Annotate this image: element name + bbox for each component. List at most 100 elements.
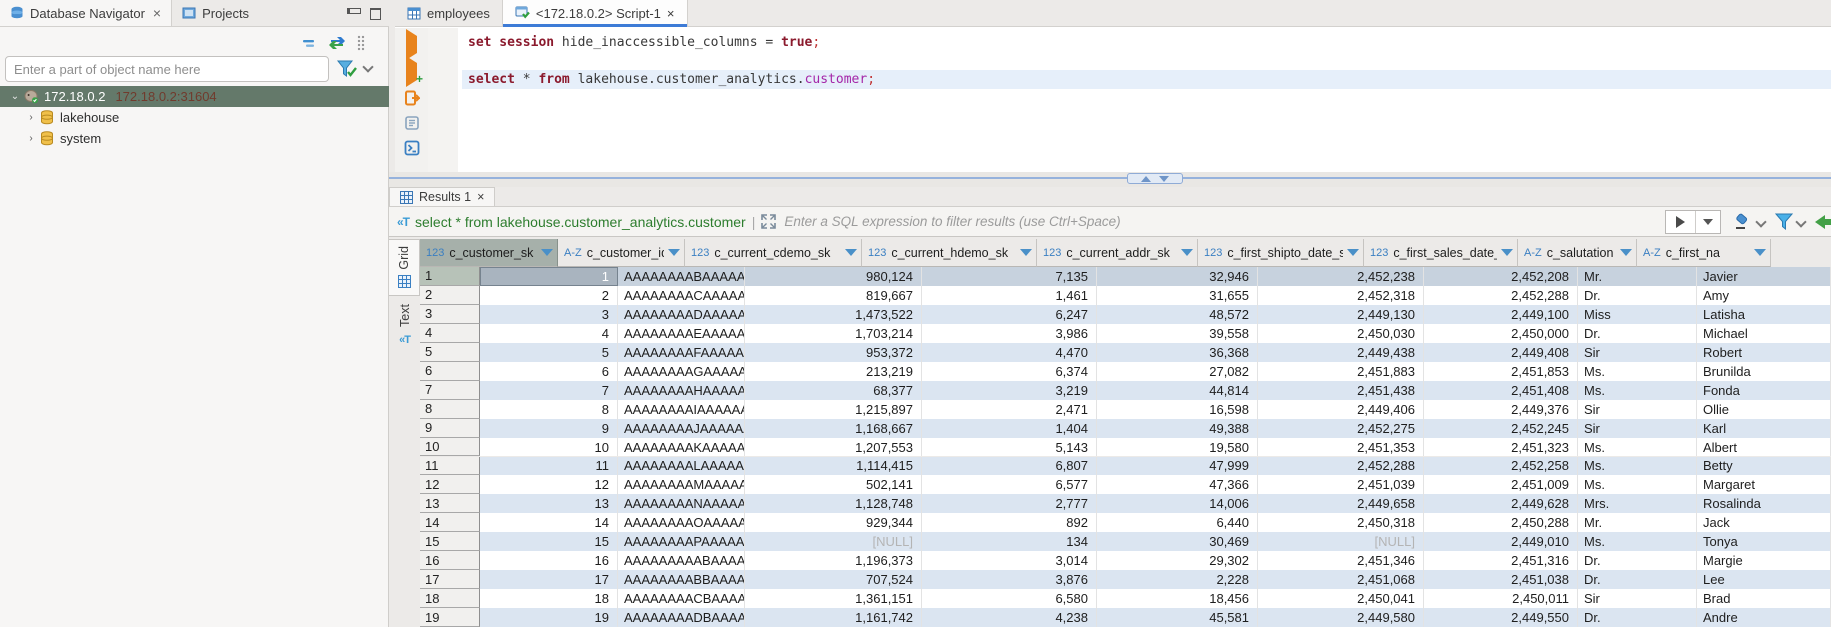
cell-c_current_cdemo_sk-row3[interactable]: 1,473,522 [745, 305, 922, 324]
cell-c_first_na-row8[interactable]: Ollie [1697, 400, 1831, 419]
cell-c_customer_id-row11[interactable]: AAAAAAAALAAAAAAA [618, 457, 745, 476]
cell-c_first_sales_date_sk-row13[interactable]: 2,449,628 [1424, 494, 1578, 513]
result-filter-placeholder[interactable]: Enter a SQL expression to filter results… [784, 214, 1665, 229]
cell-c_first_shipto_date_sk-row5[interactable]: 2,449,438 [1258, 343, 1424, 362]
row-number-14[interactable]: 14 [420, 513, 480, 532]
cell-c_customer_sk-row2[interactable]: 2 [480, 286, 618, 305]
cell-c_current_cdemo_sk-row11[interactable]: 1,114,415 [745, 457, 922, 476]
cell-c_customer_sk-row14[interactable]: 14 [480, 513, 618, 532]
cell-c_current_hdemo_sk-row6[interactable]: 6,374 [922, 362, 1097, 381]
cell-c_first_shipto_date_sk-row3[interactable]: 2,449,130 [1258, 305, 1424, 324]
cell-c_first_shipto_date_sk-row9[interactable]: 2,452,275 [1258, 419, 1424, 438]
cell-c_salutation-row14[interactable]: Mr. [1578, 513, 1697, 532]
cell-c_current_addr_sk-row6[interactable]: 27,082 [1097, 362, 1258, 381]
row-number-7[interactable]: 7 [420, 381, 480, 400]
cell-c_first_sales_date_sk-row9[interactable]: 2,452,245 [1424, 419, 1578, 438]
editor-results-sash[interactable] [389, 172, 1831, 187]
object-filter-input[interactable] [5, 56, 329, 82]
expand-arrow-icon[interactable]: › [24, 133, 38, 144]
cell-c_customer_sk-row6[interactable]: 6 [480, 362, 618, 381]
cell-c_current_cdemo_sk-row18[interactable]: 1,361,151 [745, 589, 922, 608]
cell-c_first_sales_date_sk-row16[interactable]: 2,451,316 [1424, 551, 1578, 570]
cell-c_customer_id-row16[interactable]: AAAAAAAAABAAAAAA [618, 551, 745, 570]
cell-c_customer_id-row13[interactable]: AAAAAAAANAAAAAAA [618, 494, 745, 513]
cell-c_customer_sk-row11[interactable]: 11 [480, 457, 618, 476]
cell-c_first_na-row3[interactable]: Latisha [1697, 305, 1831, 324]
cell-c_current_addr_sk-row2[interactable]: 31,655 [1097, 286, 1258, 305]
row-number-12[interactable]: 12 [420, 475, 480, 494]
collapse-arrow-icon[interactable]: ⌄ [8, 91, 22, 102]
cell-c_first_shipto_date_sk-row2[interactable]: 2,452,318 [1258, 286, 1424, 305]
column-sort-dropdown-icon[interactable] [1620, 249, 1632, 256]
cell-c_current_hdemo_sk-row1[interactable]: 7,135 [922, 267, 1097, 286]
row-number-3[interactable]: 3 [420, 305, 480, 324]
cell-c_first_shipto_date_sk-row19[interactable]: 2,449,580 [1258, 608, 1424, 627]
column-header-c_current_addr_sk[interactable]: 123c_current_addr_sk [1037, 239, 1198, 267]
row-number-18[interactable]: 18 [420, 589, 480, 608]
cell-c_first_shipto_date_sk-row14[interactable]: 2,450,318 [1258, 513, 1424, 532]
cell-c_first_sales_date_sk-row6[interactable]: 2,451,853 [1424, 362, 1578, 381]
cell-c_salutation-row19[interactable]: Dr. [1578, 608, 1697, 627]
column-sort-dropdown-icon[interactable] [1754, 249, 1766, 256]
cell-c_first_na-row16[interactable]: Margie [1697, 551, 1831, 570]
cell-c_first_shipto_date_sk-row17[interactable]: 2,451,068 [1258, 570, 1424, 589]
cell-c_first_na-row18[interactable]: Brad [1697, 589, 1831, 608]
explain-plan-icon[interactable] [404, 115, 420, 131]
column-header-c_customer_sk[interactable]: 123c_customer_sk [420, 239, 558, 267]
column-header-c_salutation[interactable]: A-Zc_salutation [1518, 239, 1637, 267]
cell-c_customer_sk-row15[interactable]: 15 [480, 532, 618, 551]
cell-c_first_sales_date_sk-row18[interactable]: 2,450,011 [1424, 589, 1578, 608]
cell-c_salutation-row13[interactable]: Mrs. [1578, 494, 1697, 513]
cell-c_customer_id-row12[interactable]: AAAAAAAAMAAAAAAA [618, 475, 745, 494]
cell-c_current_addr_sk-row19[interactable]: 45,581 [1097, 608, 1258, 627]
column-header-c_first_shipto_date_sk[interactable]: 123c_first_shipto_date_sk [1198, 239, 1364, 267]
cell-c_current_cdemo_sk-row14[interactable]: 929,344 [745, 513, 922, 532]
cell-c_first_sales_date_sk-row14[interactable]: 2,450,288 [1424, 513, 1578, 532]
column-sort-dropdown-icon[interactable] [541, 249, 553, 256]
cell-c_current_hdemo_sk-row7[interactable]: 3,219 [922, 381, 1097, 400]
execute-statement-icon[interactable] [406, 36, 417, 54]
cell-c_first_sales_date_sk-row4[interactable]: 2,450,000 [1424, 324, 1578, 343]
column-header-c_current_hdemo_sk[interactable]: 123c_current_hdemo_sk [862, 239, 1037, 267]
column-sort-dropdown-icon[interactable] [1501, 249, 1513, 256]
cell-c_customer_id-row5[interactable]: AAAAAAAAFAAAAAAA [618, 343, 745, 362]
cell-c_current_cdemo_sk-row4[interactable]: 1,703,214 [745, 324, 922, 343]
chevron-down-icon[interactable] [1755, 216, 1766, 227]
cell-c_first_sales_date_sk-row17[interactable]: 2,451,038 [1424, 570, 1578, 589]
cell-c_first_na-row9[interactable]: Karl [1697, 419, 1831, 438]
collapse-all-icon[interactable] [301, 37, 317, 49]
column-header-c_first_na[interactable]: A-Zc_first_na [1637, 239, 1771, 267]
maximize-icon[interactable] [369, 8, 381, 18]
chevron-down-icon[interactable] [362, 61, 373, 72]
cell-c_current_hdemo_sk-row18[interactable]: 6,580 [922, 589, 1097, 608]
cell-c_current_cdemo_sk-row5[interactable]: 953,372 [745, 343, 922, 362]
cell-c_first_na-row19[interactable]: Andre [1697, 608, 1831, 627]
cell-c_current_addr_sk-row4[interactable]: 39,558 [1097, 324, 1258, 343]
tab-employees[interactable]: employees [395, 0, 502, 26]
cell-c_customer_id-row6[interactable]: AAAAAAAAGAAAAAAA [618, 362, 745, 381]
cell-c_salutation-row2[interactable]: Dr. [1578, 286, 1697, 305]
cell-c_current_addr_sk-row18[interactable]: 18,456 [1097, 589, 1258, 608]
expand-panel-icon[interactable] [761, 214, 776, 229]
cell-c_customer_sk-row19[interactable]: 19 [480, 608, 618, 627]
cell-c_current_addr_sk-row9[interactable]: 49,388 [1097, 419, 1258, 438]
cell-c_current_hdemo_sk-row19[interactable]: 4,238 [922, 608, 1097, 627]
column-header-c_current_cdemo_sk[interactable]: 123c_current_cdemo_sk [685, 239, 862, 267]
cell-c_customer_sk-row10[interactable]: 10 [480, 438, 618, 457]
cell-c_current_addr_sk-row10[interactable]: 19,580 [1097, 438, 1258, 457]
cell-c_first_sales_date_sk-row11[interactable]: 2,452,258 [1424, 457, 1578, 476]
cell-c_customer_sk-row7[interactable]: 7 [480, 381, 618, 400]
cell-c_current_hdemo_sk-row10[interactable]: 5,143 [922, 438, 1097, 457]
cell-c_current_addr_sk-row15[interactable]: 30,469 [1097, 532, 1258, 551]
cell-c_customer_id-row4[interactable]: AAAAAAAAEAAAAAAA [618, 324, 745, 343]
cell-c_salutation-row12[interactable]: Ms. [1578, 475, 1697, 494]
cell-c_current_cdemo_sk-row2[interactable]: 819,667 [745, 286, 922, 305]
cell-c_salutation-row1[interactable]: Mr. [1578, 267, 1697, 286]
cell-c_current_addr_sk-row5[interactable]: 36,368 [1097, 343, 1258, 362]
cell-c_salutation-row4[interactable]: Dr. [1578, 324, 1697, 343]
cell-c_first_sales_date_sk-row12[interactable]: 2,451,009 [1424, 475, 1578, 494]
row-number-2[interactable]: 2 [420, 286, 480, 305]
cell-c_current_cdemo_sk-row7[interactable]: 68,377 [745, 381, 922, 400]
cell-c_customer_sk-row3[interactable]: 3 [480, 305, 618, 324]
cell-c_salutation-row17[interactable]: Dr. [1578, 570, 1697, 589]
